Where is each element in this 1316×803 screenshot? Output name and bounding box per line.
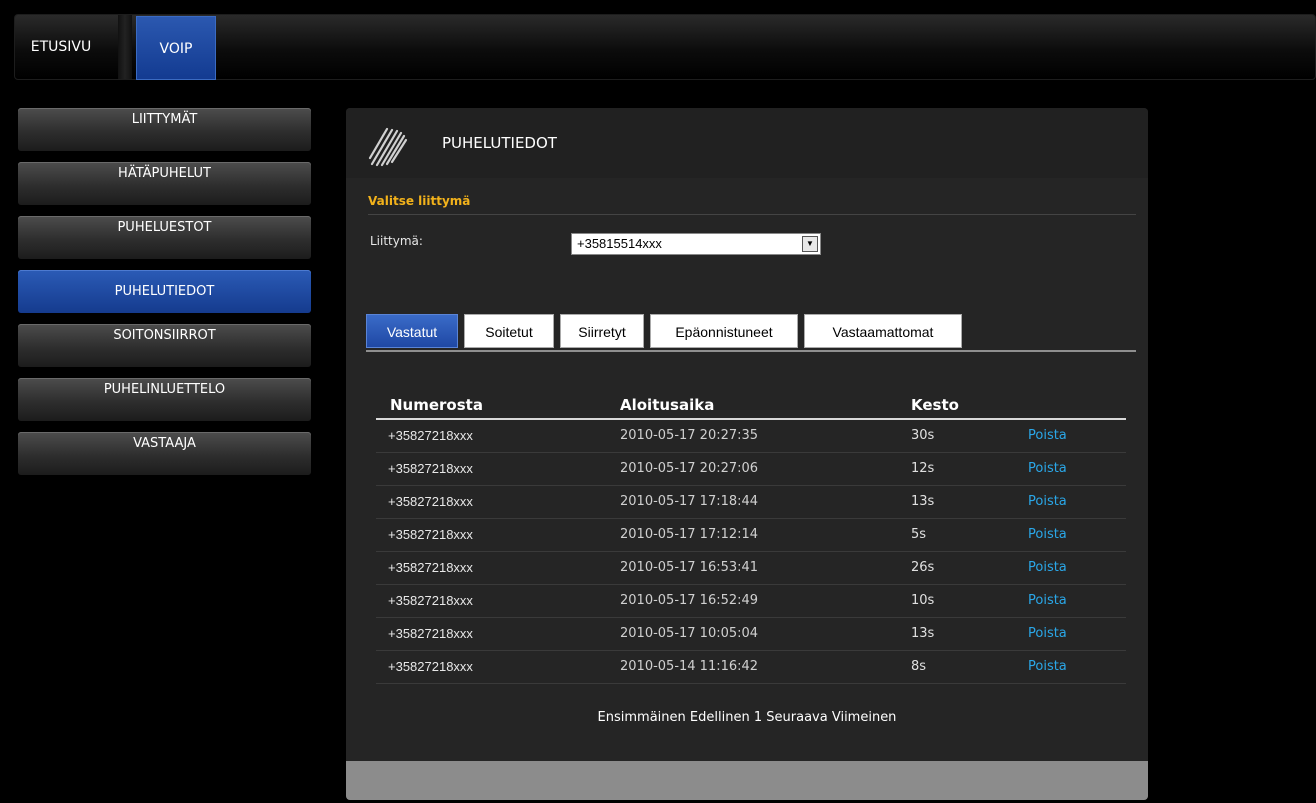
panel-footer xyxy=(346,761,1148,800)
sidebar-item-soitonsiirrot[interactable]: SOITONSIIRROT xyxy=(18,324,311,367)
header-kesto: Kesto xyxy=(911,396,959,414)
cell-duration: 26s xyxy=(911,560,935,575)
sidebar-item-label: HÄTÄPUHELUT xyxy=(118,166,211,181)
sidebar-item-label: PUHELUESTOT xyxy=(117,220,212,235)
phone-logo-icon xyxy=(368,127,408,167)
top-nav: ETUSIVU VOIP xyxy=(14,14,1316,80)
pager-first[interactable]: Ensimmäinen xyxy=(598,710,686,725)
tab-vastaamattomat[interactable]: Vastaamattomat xyxy=(804,314,962,348)
pager-current-page: 1 xyxy=(753,710,763,725)
cell-duration: 30s xyxy=(911,428,935,443)
cell-number: +35827218xxx xyxy=(388,593,473,608)
cell-duration: 13s xyxy=(911,494,935,509)
cell-number: +35827218xxx xyxy=(388,659,473,674)
tabs-divider xyxy=(366,350,1136,352)
pager-prev[interactable]: Edellinen xyxy=(690,710,750,725)
pager-last[interactable]: Viimeinen xyxy=(832,710,897,725)
cell-start-time: 2010-05-17 16:53:41 xyxy=(620,560,759,575)
cell-duration: 5s xyxy=(911,527,927,542)
nav-tab-etusivu[interactable]: ETUSIVU xyxy=(21,15,101,79)
sidebar-item-label: LIITTYMÄT xyxy=(131,112,198,127)
header-aloitusaika: Aloitusaika xyxy=(620,396,715,414)
table-row: +35827218xxx 2010-05-17 20:27:06 12s Poi… xyxy=(376,453,1126,486)
tab-epaonnistuneet[interactable]: Epäonnistuneet xyxy=(650,314,798,348)
chevron-down-icon[interactable]: ▼ xyxy=(802,236,818,252)
cell-start-time: 2010-05-17 17:18:44 xyxy=(620,494,759,509)
cell-number: +35827218xxx xyxy=(388,527,473,542)
call-table: Numerosta Aloitusaika Kesto +35827218xxx… xyxy=(376,384,1126,684)
tab-vastatut[interactable]: Vastatut xyxy=(366,314,458,348)
section-divider xyxy=(368,214,1136,215)
cell-start-time: 2010-05-17 17:12:14 xyxy=(620,527,759,542)
sidebar-item-label: PUHELUTIEDOT xyxy=(114,284,215,299)
cell-number: +35827218xxx xyxy=(388,428,473,443)
table-row: +35827218xxx 2010-05-14 11:16:42 8s Pois… xyxy=(376,651,1126,684)
header-numerosta: Numerosta xyxy=(390,396,483,414)
cell-start-time: 2010-05-17 16:52:49 xyxy=(620,593,759,608)
cell-start-time: 2010-05-17 20:27:35 xyxy=(620,428,759,443)
panel-header: PUHELUTIEDOT xyxy=(346,108,1148,178)
sidebar-item-label: PUHELINLUETTELO xyxy=(103,382,226,397)
cell-number: +35827218xxx xyxy=(388,626,473,641)
table-row: +35827218xxx 2010-05-17 17:18:44 13s Poi… xyxy=(376,486,1126,519)
delete-link[interactable]: Poista xyxy=(1028,560,1067,575)
sidebar-item-hatapuhelut[interactable]: HÄTÄPUHELUT xyxy=(18,162,311,205)
sidebar-item-label: SOITONSIIRROT xyxy=(113,328,216,343)
tab-soitetut[interactable]: Soitetut xyxy=(464,314,554,348)
tab-siirretyt[interactable]: Siirretyt xyxy=(560,314,644,348)
cell-number: +35827218xxx xyxy=(388,494,473,509)
cell-duration: 12s xyxy=(911,461,935,476)
table-header: Numerosta Aloitusaika Kesto xyxy=(376,384,1126,420)
sidebar-item-vastaaja[interactable]: VASTAAJA xyxy=(18,432,311,475)
cell-start-time: 2010-05-17 10:05:04 xyxy=(620,626,759,641)
delete-link[interactable]: Poista xyxy=(1028,494,1067,509)
delete-link[interactable]: Poista xyxy=(1028,428,1067,443)
table-row: +35827218xxx 2010-05-17 10:05:04 13s Poi… xyxy=(376,618,1126,651)
main-panel: PUHELUTIEDOT Valitse liittymä Liittymä: … xyxy=(346,108,1148,800)
delete-link[interactable]: Poista xyxy=(1028,593,1067,608)
sidebar-item-label: VASTAAJA xyxy=(133,436,196,451)
cell-duration: 10s xyxy=(911,593,935,608)
cell-duration: 13s xyxy=(911,626,935,641)
sidebar-item-puhelutiedot[interactable]: PUHELUTIEDOT xyxy=(18,270,311,313)
sidebar-item-puhelinluettelo[interactable]: PUHELINLUETTELO xyxy=(18,378,311,421)
pagination: Ensimmäinen Edellinen 1 Seuraava Viimein… xyxy=(346,710,1148,725)
delete-link[interactable]: Poista xyxy=(1028,527,1067,542)
delete-link[interactable]: Poista xyxy=(1028,626,1067,641)
subscription-label: Liittymä: xyxy=(370,234,423,248)
cell-duration: 8s xyxy=(911,659,927,674)
delete-link[interactable]: Poista xyxy=(1028,461,1067,476)
nav-divider xyxy=(118,15,132,79)
table-row: +35827218xxx 2010-05-17 16:53:41 26s Poi… xyxy=(376,552,1126,585)
pager-next[interactable]: Seuraava xyxy=(766,710,827,725)
table-row: +35827218xxx 2010-05-17 17:12:14 5s Pois… xyxy=(376,519,1126,552)
subscription-select[interactable]: +35815514xxx ▼ xyxy=(571,233,821,255)
nav-tab-voip[interactable]: VOIP xyxy=(136,16,216,80)
table-row: +35827218xxx 2010-05-17 16:52:49 10s Poi… xyxy=(376,585,1126,618)
page-title: PUHELUTIEDOT xyxy=(442,134,557,152)
cell-start-time: 2010-05-14 11:16:42 xyxy=(620,659,759,674)
sidebar: LIITTYMÄT HÄTÄPUHELUT PUHELUESTOT PUHELU… xyxy=(18,108,311,486)
subscription-select-value: +35815514xxx xyxy=(577,236,662,251)
sidebar-item-liittymat[interactable]: LIITTYMÄT xyxy=(18,108,311,151)
delete-link[interactable]: Poista xyxy=(1028,659,1067,674)
sidebar-item-puheluestot[interactable]: PUHELUESTOT xyxy=(18,216,311,259)
cell-start-time: 2010-05-17 20:27:06 xyxy=(620,461,759,476)
section-label: Valitse liittymä xyxy=(368,194,471,208)
cell-number: +35827218xxx xyxy=(388,560,473,575)
table-row: +35827218xxx 2010-05-17 20:27:35 30s Poi… xyxy=(376,420,1126,453)
cell-number: +35827218xxx xyxy=(388,461,473,476)
